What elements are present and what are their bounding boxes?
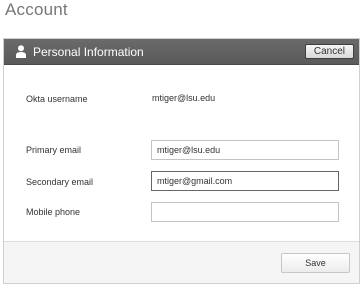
person-icon (16, 45, 26, 58)
panel-footer: Save (4, 241, 359, 283)
okta-username-label: Okta username (26, 94, 88, 104)
personal-information-panel: Personal Information Cancel Okta usernam… (3, 38, 360, 284)
secondary-email-input[interactable] (151, 171, 339, 191)
panel-header: Personal Information Cancel (4, 39, 359, 65)
page-title: Account (5, 0, 68, 19)
primary-email-input[interactable] (151, 140, 339, 160)
mobile-phone-input[interactable] (151, 202, 339, 222)
primary-email-label: Primary email (26, 145, 82, 155)
cancel-button[interactable]: Cancel (304, 44, 354, 59)
secondary-email-label: Secondary email (26, 177, 94, 187)
okta-username-value: mtiger@lsu.edu (152, 93, 216, 103)
save-button[interactable]: Save (281, 253, 350, 273)
panel-title: Personal Information (33, 45, 144, 59)
mobile-phone-label: Mobile phone (26, 207, 81, 217)
